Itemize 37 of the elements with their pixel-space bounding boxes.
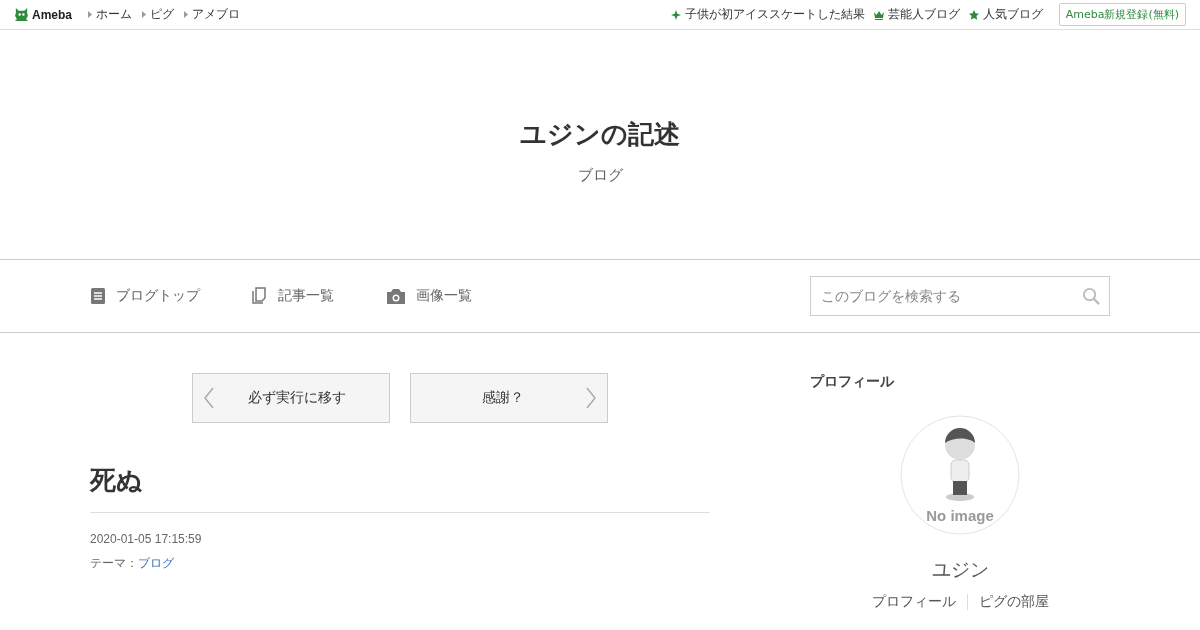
theme-label: テーマ： <box>90 556 138 571</box>
article-title: 死ぬ <box>90 465 710 514</box>
triangle-icon <box>88 11 92 18</box>
star-icon <box>968 9 979 20</box>
topbar-link[interactable]: ホーム <box>88 6 132 23</box>
triangle-icon <box>142 11 146 18</box>
blog-title[interactable]: ユジンの記述 <box>520 116 680 152</box>
profile-link[interactable]: ピグの部屋 <box>978 593 1049 611</box>
article-date: 2020-01-05 17:15:59 <box>90 532 203 547</box>
avatar-caption: No image <box>925 507 995 524</box>
chevron-left-icon <box>203 387 215 409</box>
camera-icon <box>386 287 406 305</box>
triangle-icon <box>184 11 188 18</box>
nav-link[interactable]: ブログトップ <box>90 287 200 305</box>
topbar-link[interactable]: 芸能人ブログ <box>873 6 960 23</box>
chevron-right-icon <box>585 387 597 409</box>
ameba-logo[interactable]: Ameba <box>14 6 72 23</box>
sparkle-icon <box>670 9 681 20</box>
topbar-link[interactable]: アメブロ <box>184 6 240 23</box>
sidebar-heading: プロフィール <box>810 373 894 391</box>
next-post-link[interactable]: 感謝？ <box>410 373 608 423</box>
theme-link[interactable]: ブログ <box>138 556 174 571</box>
topbar-link[interactable]: 子供が初アイススケートした結果 <box>670 6 865 23</box>
nav-link[interactable]: 画像一覧 <box>386 287 472 305</box>
pages-icon <box>252 287 268 305</box>
search-field[interactable]: このブログを検索する <box>810 276 1110 316</box>
previous-post-link[interactable]: 必ず実行に移す <box>192 373 390 423</box>
nav-link[interactable]: 記事一覧 <box>252 287 334 305</box>
profile-link[interactable]: プロフィール <box>871 593 956 611</box>
search-icon[interactable] <box>1082 287 1101 306</box>
topbar-link[interactable]: ピグ <box>142 6 174 23</box>
document-icon <box>90 287 106 305</box>
topbar-link[interactable]: 人気ブログ <box>968 6 1043 23</box>
profile-name[interactable]: ユジン <box>931 557 989 583</box>
crown-icon <box>873 9 884 20</box>
blog-subtitle: ブログ <box>577 165 623 185</box>
signup-button[interactable]: Ameba新規登録(無料) <box>1058 3 1186 26</box>
